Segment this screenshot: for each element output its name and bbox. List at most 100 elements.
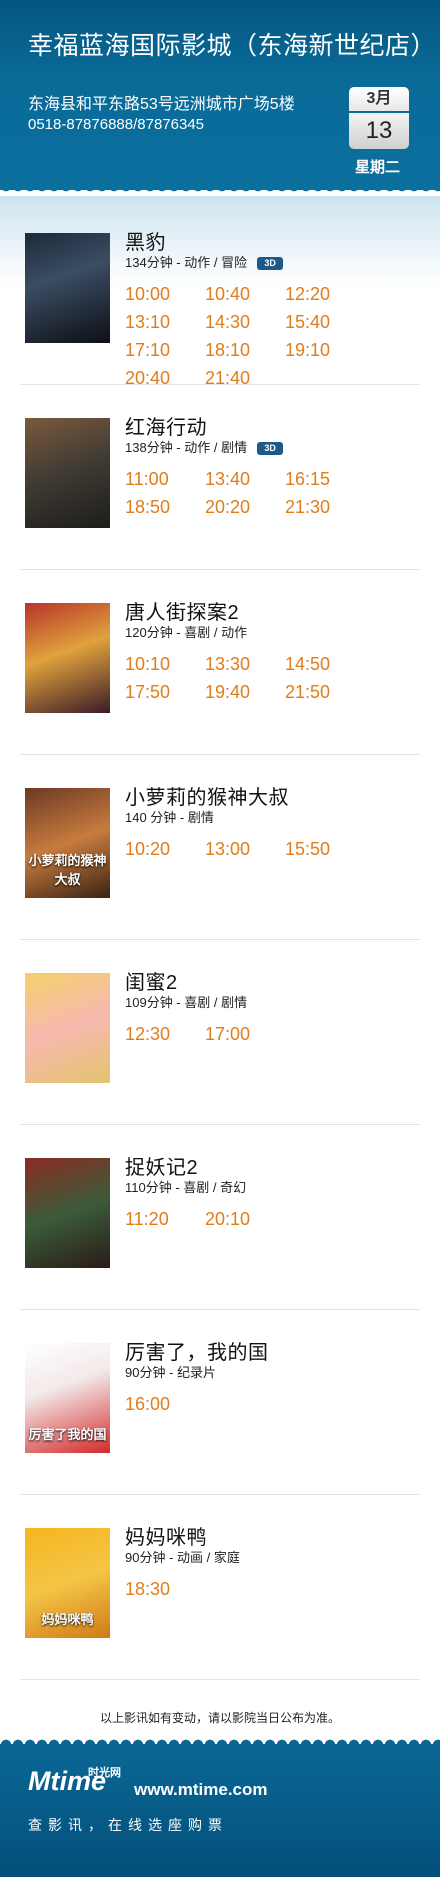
footer-slogan: 查影讯，在线选座购票 (28, 1817, 228, 1833)
calendar-icon: 3月 13 (349, 87, 409, 149)
movie-info: 120分钟 - 喜剧 / 动作 (125, 622, 247, 641)
movie-separator (20, 384, 420, 385)
movie-title[interactable]: 妈妈咪鸭 (125, 1521, 207, 1550)
movie-poster[interactable]: 厉害了我的国 (25, 1343, 110, 1453)
movie-title[interactable]: 唐人街探案2 (125, 596, 239, 625)
movie-item[interactable]: 小萝莉的猴神大叔 小萝莉的猴神大叔 140 分钟 - 剧情 10:20 13:00 15:… (0, 781, 440, 966)
movie-separator (20, 1494, 420, 1495)
poster-artwork (25, 1158, 110, 1268)
showtime-list: 11:20 20:10 (125, 1205, 435, 1233)
movie-info: 90分钟 - 纪录片 (125, 1362, 216, 1381)
showtime[interactable]: 20:40 (125, 364, 205, 392)
showtime[interactable]: 15:50 (285, 835, 365, 863)
showtime[interactable]: 11:20 (125, 1205, 205, 1233)
showtime[interactable]: 14:30 (205, 308, 285, 336)
showtime[interactable]: 10:10 (125, 650, 205, 678)
showtime[interactable]: 10:20 (125, 835, 205, 863)
3d-badge-icon: 3D (257, 442, 284, 455)
showtime-list: 16:00 (125, 1390, 435, 1418)
header-scallop-edge (0, 186, 440, 196)
movie-duration-genre: 138分钟 - 动作 / 剧情 (125, 440, 248, 455)
showtime[interactable]: 12:30 (125, 1020, 205, 1048)
3d-badge-icon: 3D (257, 257, 284, 270)
movie-info: 140 分钟 - 剧情 (125, 807, 214, 826)
movie-duration-genre: 110分钟 - 喜剧 / 奇幻 (125, 1180, 247, 1195)
movie-title[interactable]: 红海行动 (125, 411, 207, 440)
movie-item[interactable]: 红海行动 138分钟 - 动作 / 剧情 3D 11:00 13:40 16:15 18:5… (0, 411, 440, 596)
movie-item[interactable]: 妈妈咪鸭 妈妈咪鸭 90分钟 - 动画 / 家庭 18:30 (0, 1521, 440, 1706)
movie-item[interactable]: 闺蜜2 109分钟 - 喜剧 / 剧情 12:30 17:00 (0, 966, 440, 1151)
movie-info: 90分钟 - 动画 / 家庭 (125, 1547, 240, 1566)
movie-poster[interactable] (25, 603, 110, 713)
movie-poster[interactable] (25, 1158, 110, 1268)
poster-title-text: 妈妈咪鸭 (41, 1612, 94, 1627)
site-footer (0, 1744, 440, 1877)
movie-item[interactable]: 黑豹 134分钟 - 动作 / 冒险 3D 10:00 10:40 12:2013:10 1… (0, 226, 440, 411)
showtime[interactable]: 10:00 (125, 280, 205, 308)
movie-title[interactable]: 黑豹 (125, 226, 166, 255)
showtime[interactable]: 18:10 (205, 336, 285, 364)
showtime[interactable]: 18:50 (125, 493, 205, 521)
movie-title[interactable]: 小萝莉的猴神大叔 (125, 781, 289, 810)
movie-duration-genre: 140 分钟 - 剧情 (125, 810, 214, 825)
showtime[interactable]: 13:10 (125, 308, 205, 336)
showtime[interactable]: 19:10 (285, 336, 365, 364)
poster-artwork (25, 233, 110, 343)
movie-separator (20, 1309, 420, 1310)
showtime[interactable]: 20:20 (205, 493, 285, 521)
movie-info: 138分钟 - 动作 / 剧情 3D (125, 437, 284, 456)
poster-artwork (25, 973, 110, 1083)
showtime[interactable]: 16:00 (125, 1390, 205, 1418)
showtime[interactable]: 13:30 (205, 650, 285, 678)
showtime[interactable]: 11:00 (125, 465, 205, 493)
poster-title-text: 厉害了我的国 (28, 1427, 107, 1442)
cinema-address: 东海县和平东路53号远洲城市广场5楼 (28, 96, 295, 113)
movie-duration-genre: 109分钟 - 喜剧 / 剧情 (125, 995, 248, 1010)
movie-poster[interactable]: 妈妈咪鸭 (25, 1528, 110, 1638)
calendar-month: 3月 (349, 87, 409, 111)
showtime[interactable]: 21:40 (205, 364, 285, 392)
showtime[interactable]: 12:20 (285, 280, 365, 308)
showtime[interactable]: 13:40 (205, 465, 285, 493)
movie-duration-genre: 90分钟 - 动画 / 家庭 (125, 1550, 240, 1565)
movie-info: 109分钟 - 喜剧 / 剧情 (125, 992, 247, 1011)
poster-artwork (25, 418, 110, 528)
showtime[interactable]: 15:40 (285, 308, 365, 336)
showtime[interactable]: 18:30 (125, 1575, 205, 1603)
showtime[interactable]: 13:00 (205, 835, 285, 863)
showtime[interactable]: 16:15 (285, 465, 365, 493)
movie-info: 110分钟 - 喜剧 / 奇幻 (125, 1177, 246, 1196)
showtime[interactable]: 20:10 (205, 1205, 285, 1233)
showtime[interactable]: 19:40 (205, 678, 285, 706)
showtime-list: 11:00 13:40 16:15 18:50 20:20 21:30 (125, 465, 435, 521)
movie-poster[interactable] (25, 233, 110, 343)
movie-info: 134分钟 - 动作 / 冒险 3D (125, 252, 284, 271)
showtime[interactable]: 21:30 (285, 493, 365, 521)
movie-title[interactable]: 闺蜜2 (125, 966, 178, 995)
showtime[interactable]: 17:50 (125, 678, 205, 706)
showtime[interactable]: 17:00 (205, 1020, 285, 1048)
showtime-list: 10:10 13:30 14:50 17:50 19:40 21:50 (125, 650, 435, 706)
showtime[interactable]: 21:50 (285, 678, 365, 706)
movie-poster[interactable] (25, 418, 110, 528)
movie-item[interactable]: 捉妖记2 110分钟 - 喜剧 / 奇幻 11:20 20:10 (0, 1151, 440, 1336)
showtime[interactable]: 10:40 (205, 280, 285, 308)
movie-item[interactable]: 厉害了我的国 厉害了，我的国 90分钟 - 纪录片 16:00 (0, 1336, 440, 1521)
movie-poster[interactable]: 小萝莉的猴神大叔 (25, 788, 110, 898)
movie-duration-genre: 120分钟 - 喜剧 / 动作 (125, 625, 248, 640)
showtime-list: 10:00 10:40 12:20 13:10 14:30 15:40 17:10 18:10… (125, 280, 435, 392)
site-url-link[interactable]: www.mtime.com (134, 1780, 268, 1800)
showtime-list: 10:20 13:00 15:50 (125, 835, 435, 863)
mtime-logo-cn: 时光网 (88, 1767, 121, 1779)
poster-title-text: 小萝莉的猴神大叔 (28, 853, 107, 887)
movie-title[interactable]: 捉妖记2 (125, 1151, 198, 1180)
showtime[interactable]: 14:50 (285, 650, 365, 678)
movie-item[interactable]: 唐人街探案2 120分钟 - 喜剧 / 动作 10:10 13:30 14:50 17:5… (0, 596, 440, 781)
cinema-name: 幸福蓝海国际影城（东海新世纪店） (28, 32, 437, 60)
showtime[interactable]: 17:10 (125, 336, 205, 364)
movie-separator (20, 939, 420, 940)
movie-separator (20, 569, 420, 570)
movie-separator (20, 1124, 420, 1125)
movie-poster[interactable] (25, 973, 110, 1083)
movie-title[interactable]: 厉害了，我的国 (125, 1336, 269, 1365)
